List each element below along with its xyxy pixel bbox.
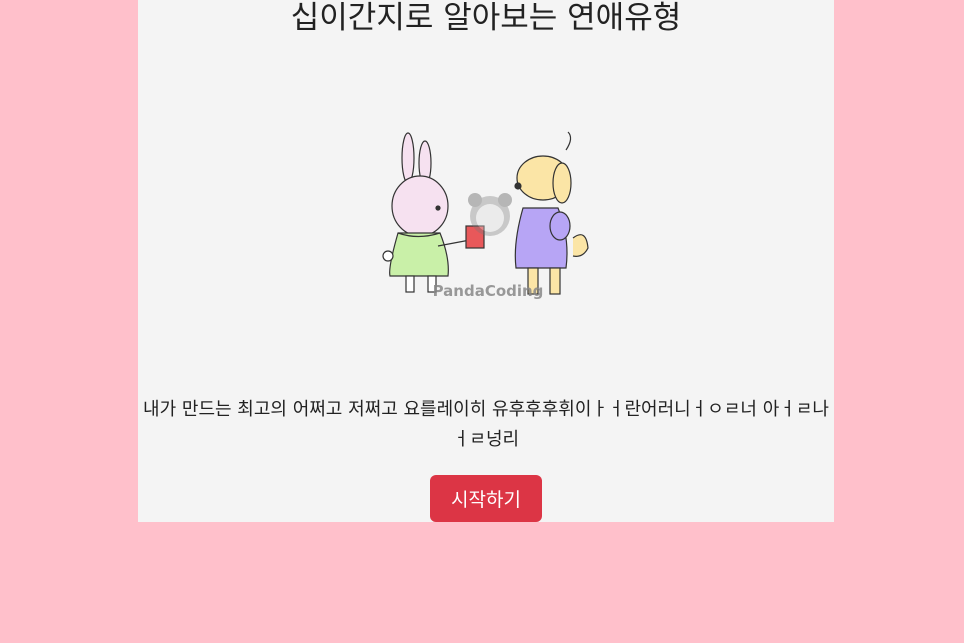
rabbit-figure [382, 132, 485, 293]
start-button[interactable]: 시작하기 [430, 475, 542, 522]
page-title: 십이간지로 알아보는 연애유형 [290, 0, 682, 36]
watermark-text: PandaCoding [433, 282, 544, 300]
dog-figure [514, 131, 589, 295]
main-card: 십이간지로 알아보는 연애유형 PandaCoding 내가 만드는 최고의 어… [138, 0, 834, 522]
description-text: 내가 만드는 최고의 어쩌고 저쩌고 요를레이히 유후후후휘이ㅏㅓ란어러니ㅓㅇㄹ… [143, 399, 829, 450]
rabbit-dog-illustration: PandaCoding [382, 131, 589, 300]
